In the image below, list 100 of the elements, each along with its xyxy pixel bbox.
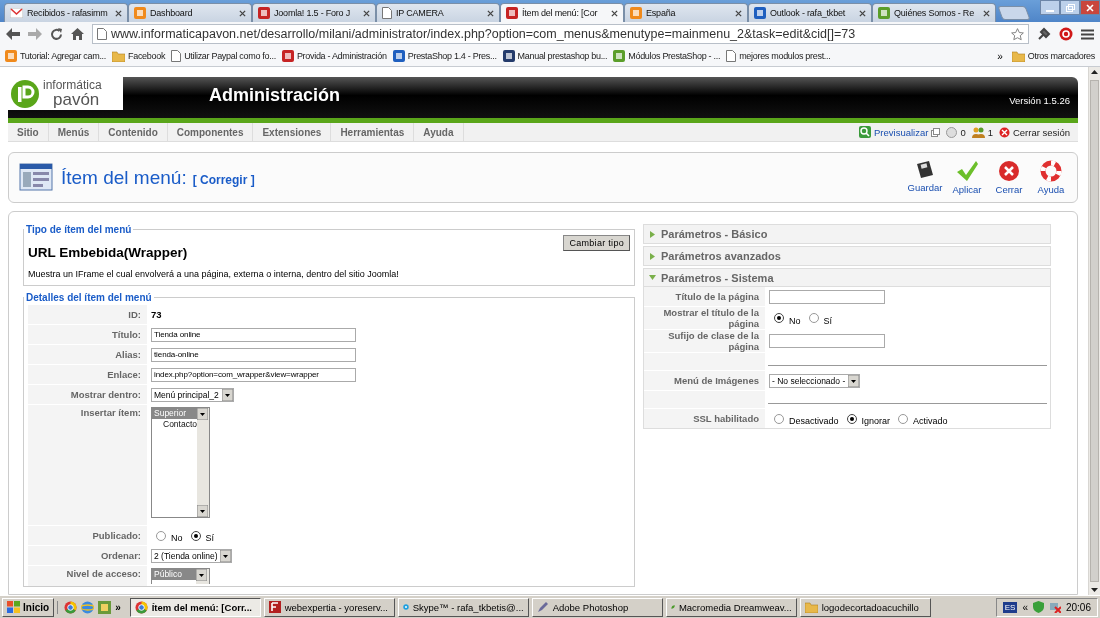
bookmark[interactable]: Facebook (109, 50, 169, 62)
close-icon[interactable] (363, 9, 370, 17)
bookmark[interactable]: mejores modulos prest... (723, 50, 834, 62)
close-icon[interactable] (487, 9, 494, 17)
list-box[interactable]: Superior Contacto (151, 407, 210, 518)
bookmark[interactable]: PrestaShop 1.4 - Pres... (389, 50, 500, 62)
text-field[interactable]: index.php?option=com_wrapper&view=wrapper (151, 367, 356, 382)
preview-link[interactable]: Previsualizar (859, 126, 941, 138)
minimize-button[interactable] (1040, 0, 1060, 15)
close-icon[interactable] (735, 9, 742, 17)
menu-item[interactable]: Ayuda (414, 123, 464, 141)
radio-button[interactable] (156, 530, 166, 541)
caret-icon[interactable] (220, 549, 232, 562)
taskbar-button[interactable]: Macromedia Dreamweav... (665, 597, 797, 617)
triangle-right-icon (649, 252, 656, 260)
restore-button[interactable] (1060, 0, 1080, 15)
back-icon[interactable] (6, 28, 20, 40)
users-count[interactable]: 1 (971, 126, 993, 138)
star-icon[interactable] (1011, 27, 1024, 41)
caret-icon[interactable] (197, 408, 209, 420)
list-option[interactable]: Público (152, 569, 196, 580)
list-option[interactable]: Superior (152, 408, 198, 419)
close-icon[interactable] (983, 9, 990, 17)
radio-button[interactable] (774, 313, 784, 323)
brush-icon (536, 601, 549, 613)
browser-tab[interactable]: IP CAMERA (376, 3, 500, 22)
menu-item[interactable]: Contenido (99, 123, 168, 141)
taskbar-button[interactable]: Ítem del menú: [Corr... (129, 597, 261, 617)
radio-button[interactable] (898, 413, 909, 424)
browser-tab[interactable]: Joomla! 1.5 - Foro J (252, 3, 376, 22)
bookmark[interactable]: Provida - Administración (278, 50, 390, 62)
taskbar-button[interactable]: logodecortadoacuchillo (799, 597, 931, 617)
text-field[interactable] (769, 334, 885, 348)
radio-button[interactable] (846, 413, 857, 424)
bookmark[interactable]: Módulos PrestaShop - ... (610, 50, 724, 62)
bookmark[interactable]: Utilizar Paypal como fo... (168, 50, 279, 62)
close-button[interactable] (1080, 0, 1100, 15)
browser-tab[interactable]: Dashboard (128, 3, 252, 22)
dropdown[interactable]: - No seleccionado - (769, 373, 861, 388)
list-box[interactable]: Público (151, 568, 210, 584)
site-icon (5, 50, 17, 62)
toolbar-button[interactable]: Guardar (907, 160, 943, 195)
bookmark-folder[interactable]: Otros marcadores (1008, 50, 1098, 62)
scroll-thumb[interactable] (1090, 80, 1099, 582)
logout-link[interactable]: Cerrar sesión (998, 126, 1070, 138)
close-icon[interactable] (115, 9, 122, 17)
accordion-header[interactable]: Parámetros - Sistema (644, 269, 1050, 287)
start-button[interactable]: Inicio (2, 597, 55, 617)
reload-icon[interactable] (50, 27, 63, 41)
extension-icon[interactable] (1059, 27, 1073, 41)
more-button[interactable]: » (115, 601, 121, 613)
users-icon (971, 126, 985, 138)
dropdown[interactable]: 2 (Tienda online) (151, 548, 233, 563)
bookmark[interactable]: Tutorial: Agregar cam... (2, 50, 109, 62)
radio-button[interactable] (808, 313, 819, 323)
text-field[interactable]: Tienda online (151, 327, 356, 342)
menu-item[interactable]: Sitio (8, 123, 49, 141)
list-option[interactable]: Contacto (152, 419, 198, 430)
accordion-header[interactable]: Parámetros avanzados (644, 247, 1050, 265)
dropdown[interactable]: Menú principal_2 (151, 387, 234, 402)
messages-count[interactable]: 0 (946, 126, 966, 138)
taskbar-button[interactable]: webexpertia - yoreserv... (263, 597, 395, 617)
minimize-icon (1046, 9, 1054, 12)
taskbar-button[interactable]: Skype™ - rafa_tkbetis@... (397, 597, 529, 617)
toolbar-button[interactable]: Aplicar (949, 160, 985, 195)
taskbar-button[interactable]: Adobe Photoshop (531, 597, 663, 617)
address-field[interactable]: www.informaticapavon.net/desarrollo/milani/administrator/index.php?option=com_menus&menutype=mainmenu_2&task=edit&cid[]=73 (92, 24, 1029, 44)
radio-button[interactable] (774, 413, 784, 424)
close-icon (1086, 3, 1094, 12)
menu-item[interactable]: Extensiones (253, 123, 332, 141)
radio-button[interactable] (190, 530, 201, 541)
text-field[interactable]: tienda-online (151, 347, 356, 362)
toolbar-button[interactable]: Ayuda (1033, 160, 1069, 195)
bookmark[interactable]: Manual prestashop bu... (499, 50, 611, 62)
close-icon[interactable] (611, 9, 618, 17)
accordion-header[interactable]: Parámetros - Básico (644, 225, 1050, 243)
browser-tab[interactable]: España (624, 3, 748, 22)
home-icon[interactable] (71, 28, 84, 40)
menu-item[interactable]: Menús (48, 123, 100, 141)
language-indicator[interactable]: ES (1002, 601, 1018, 613)
more-bookmarks-button[interactable]: » (991, 50, 1009, 62)
close-icon[interactable] (859, 9, 866, 17)
browser-tab[interactable]: Outlook - rafa_tkbet (748, 3, 872, 22)
browser-tab[interactable]: Recibidos - rafasimm (4, 3, 128, 22)
menu-icon[interactable] (1081, 28, 1094, 40)
network-icon[interactable] (1048, 601, 1061, 613)
caret-icon[interactable] (221, 388, 233, 401)
caret-icon[interactable] (197, 505, 209, 517)
close-icon[interactable] (239, 9, 246, 17)
menu-item[interactable]: Componentes (167, 123, 254, 141)
expand-tray-button[interactable]: « (1022, 601, 1028, 613)
browser-tab[interactable]: Quiénes Somos - Re (872, 3, 996, 22)
change-type-button[interactable]: Cambiar tipo (563, 235, 630, 251)
browser-tab[interactable]: Ítem del menú: [Cor (500, 3, 624, 22)
extension-icon[interactable] (1037, 27, 1051, 41)
page-icon (97, 28, 107, 40)
text-field[interactable] (769, 289, 885, 304)
toolbar-button[interactable]: Cerrar (991, 160, 1027, 195)
caret-icon[interactable] (848, 374, 860, 387)
menu-item[interactable]: Herramientas (331, 123, 415, 141)
